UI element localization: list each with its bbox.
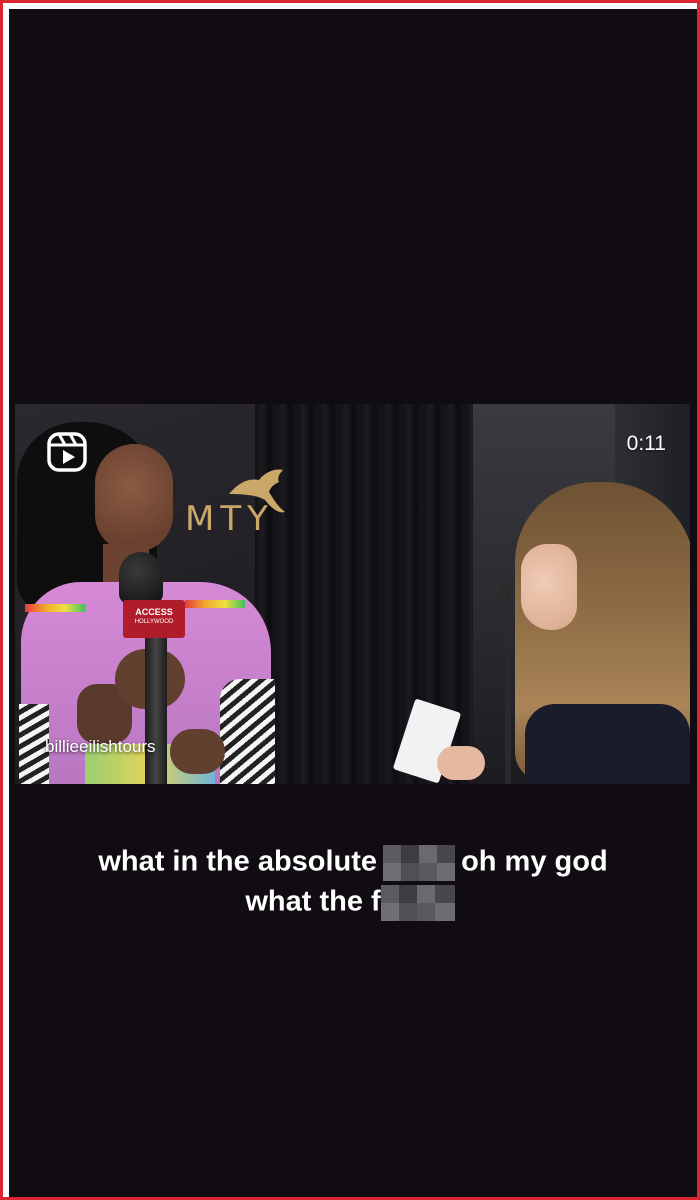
microphone-head [119,552,163,604]
mic-stand [505,584,511,784]
mic-flag-subbrand: HOLLYWOOD [134,619,174,625]
zebra-sleeve-right [220,679,275,784]
screenshot-frame: MTY ACCESS HOLLYWOOD 0:11 billieeilishto… [0,0,700,1200]
girl-face [521,544,577,630]
censor-block [383,845,456,881]
woman-face [95,444,173,552]
video-frame[interactable]: MTY ACCESS HOLLYWOOD 0:11 billieeilishto… [15,404,690,784]
girl-body [525,704,690,784]
microphone-handle [145,638,167,784]
censor-block [380,885,455,921]
reels-icon[interactable] [47,432,87,472]
caption-text: what in the absolute [98,845,378,878]
video-duration: 0:11 [626,432,666,455]
jacket-rainbow-stripe [185,600,245,608]
caption-line-2: what the f [9,885,697,921]
caption-line-1: what in the absolute oh my god [9,845,697,881]
username-watermark: billieeilishtours [45,737,156,756]
microphone-flag: ACCESS HOLLYWOOD [123,600,185,638]
backdrop-brand-text: MTY [185,499,274,539]
jacket-rainbow-stripe [25,604,85,612]
caption-text: oh my god [461,845,608,878]
reel-screen[interactable]: MTY ACCESS HOLLYWOOD 0:11 billieeilishto… [9,9,697,1197]
girl-hand [437,746,485,780]
caption-text: what the f [245,885,381,918]
woman-hand [170,729,225,774]
mic-flag-brand: ACCESS [135,607,173,617]
